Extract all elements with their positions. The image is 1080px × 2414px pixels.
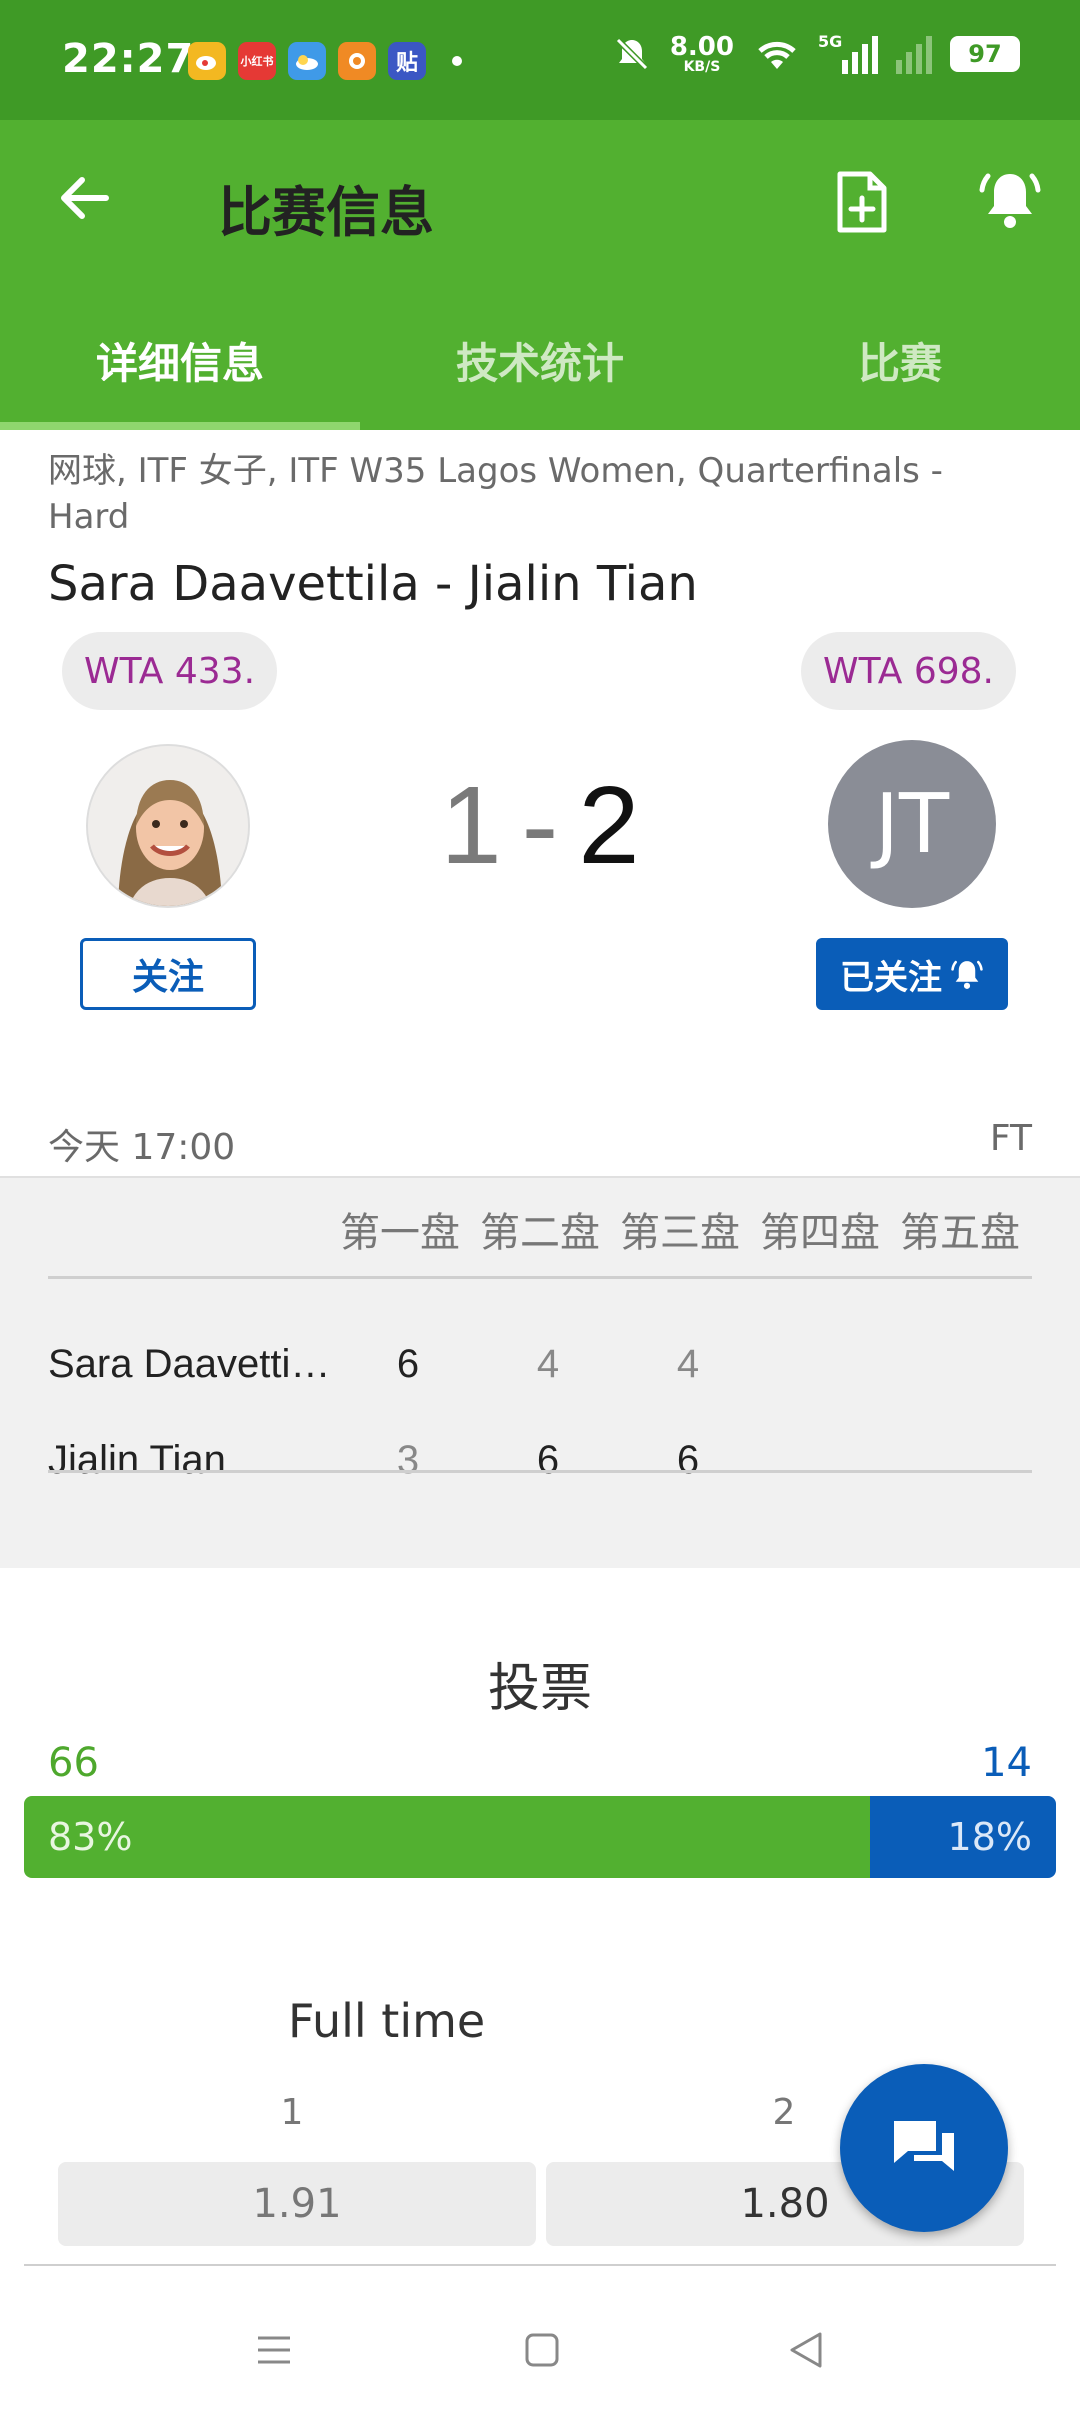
weibo-icon [188, 42, 226, 80]
set-player-name: Jialin Tian [48, 1437, 226, 1482]
player1-rank-badge[interactable]: WTA 433. [62, 632, 278, 710]
mute-bell-icon [615, 37, 648, 71]
notification-icons: 小红书 贴 [188, 42, 462, 80]
match-meta: 今天 17:00 FT [48, 1118, 1032, 1170]
tieba-icon: 贴 [388, 42, 426, 80]
home-icon[interactable] [522, 2330, 562, 2374]
more-notifications-dot [452, 56, 462, 66]
set-score: 6 [536, 1437, 560, 1482]
match-title: Sara Daavettila - Jialin Tian [48, 556, 698, 612]
divider [48, 1470, 1032, 1473]
wifi-icon [758, 41, 796, 69]
score-away: 2 [578, 764, 640, 887]
set-row-player1: Sara Daavetti… 6 4 4 [48, 1324, 1032, 1404]
odds-title: Full time [288, 1994, 486, 2048]
tab-details[interactable]: 详细信息 [0, 300, 360, 430]
chat-fab-button[interactable] [840, 2064, 1008, 2232]
vote-count-away: 14 [981, 1740, 1032, 1786]
set-player-name: Sara Daavetti… [48, 1341, 331, 1386]
chat-icon [894, 2121, 954, 2171]
set-score: 4 [536, 1341, 560, 1386]
odds-label-home: 1 [280, 2092, 304, 2133]
match-time: 今天 17:00 [48, 1127, 236, 1168]
tab-statistics[interactable]: 技术统计 [360, 300, 720, 430]
set-headers: 第一盘 第二盘 第三盘 第四盘 第五盘 [330, 1200, 1030, 1258]
match-status: FT [989, 1118, 1032, 1159]
follow-player1-button[interactable]: 关注 [80, 938, 256, 1010]
alarm-bell-icon[interactable] [978, 166, 1042, 236]
set-scores-panel: 第一盘 第二盘 第三盘 第四盘 第五盘 Sara Daavetti… 6 4 4… [0, 1176, 1080, 1568]
vote-count-home: 66 [48, 1740, 99, 1786]
system-nav-bar [0, 2290, 1080, 2414]
vote-bar-away[interactable]: 18% [870, 1796, 1056, 1878]
back-arrow-icon[interactable] [56, 170, 112, 230]
add-document-icon[interactable] [834, 170, 890, 238]
match-score: 1-2 [0, 762, 1080, 889]
score-home: 1 [440, 764, 502, 887]
set-header: 第二盘 [480, 1210, 600, 1256]
set-header: 第一盘 [340, 1210, 460, 1256]
tab-match[interactable]: 比赛 [720, 300, 1080, 430]
set-score: 6 [396, 1341, 420, 1386]
following-label: 已关注 [840, 957, 942, 998]
score-separator: - [521, 764, 559, 887]
squirrel-app-icon [338, 42, 376, 80]
battery-icon: 97 [950, 36, 1020, 72]
divider [24, 2264, 1056, 2266]
player2-rank-badge[interactable]: WTA 698. [800, 632, 1016, 710]
odds-home-button[interactable]: 1.91 [58, 2162, 536, 2246]
page-title: 比赛信息 [218, 181, 434, 244]
status-time: 22:27 [62, 36, 195, 82]
vote-bar[interactable]: 83% 18% [24, 1796, 1056, 1878]
set-header: 第五盘 [900, 1210, 1020, 1256]
weather-icon [288, 42, 326, 80]
vote-title: 投票 [487, 1659, 592, 1719]
breadcrumb[interactable]: 网球, ITF 女子, ITF W35 Lagos Women, Quarter… [48, 448, 1008, 540]
divider [48, 1276, 1032, 1279]
status-right: 8.00 KB/S 5G 97 [612, 32, 1020, 75]
status-bar: 22:27 小红书 贴 8.00 KB/S 5G 97 [0, 0, 1080, 120]
set-row-player2: Jialin Tian 3 6 6 [48, 1420, 1032, 1500]
tab-bar: 详细信息 技术统计 比赛 [0, 300, 1080, 430]
set-score: 3 [396, 1437, 420, 1482]
bell-ring-icon [951, 960, 983, 989]
set-score: 6 [676, 1437, 700, 1482]
xiaohongshu-icon: 小红书 [238, 42, 276, 80]
signal-sim2-icon [896, 34, 932, 74]
set-header: 第四盘 [760, 1210, 880, 1256]
set-score: 4 [676, 1341, 700, 1386]
net-speed: 8.00 KB/S [669, 32, 734, 75]
vote-bar-home[interactable]: 83% [24, 1796, 871, 1878]
following-player2-button[interactable]: 已关注 [816, 938, 1008, 1010]
signal-5g-icon: 5G [818, 32, 878, 74]
menu-icon[interactable] [254, 2330, 294, 2374]
back-triangle-icon[interactable] [786, 2330, 826, 2374]
set-header: 第三盘 [620, 1210, 740, 1256]
